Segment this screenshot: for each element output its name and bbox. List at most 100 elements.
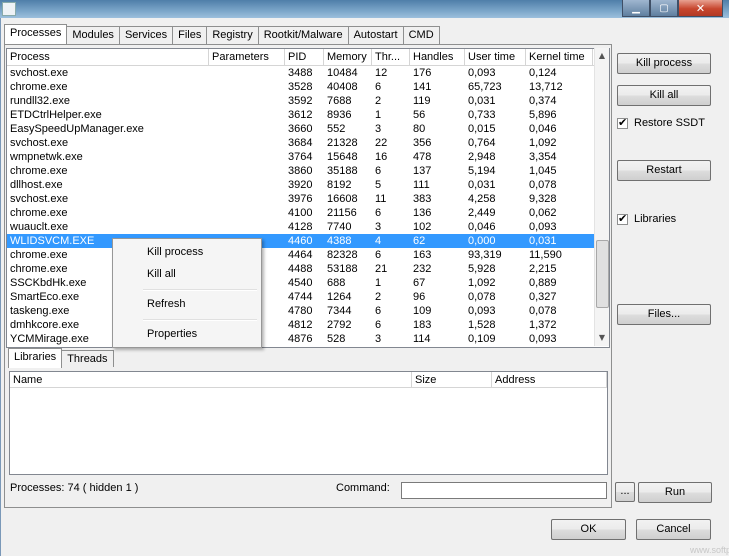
table-cell: 0,764 <box>468 137 496 149</box>
libraries-checkbox[interactable]: ✔ Libraries <box>617 212 676 225</box>
column-header-size[interactable]: Size <box>412 372 492 387</box>
scroll-down-icon[interactable]: ▼ <box>595 331 609 345</box>
context-menu: Kill process Kill all Refresh Properties <box>112 238 262 348</box>
table-cell: 119 <box>413 95 431 107</box>
table-cell: 93,319 <box>468 249 502 261</box>
column-header-threads[interactable]: Thr... <box>372 49 410 65</box>
table-cell: 16 <box>375 151 388 163</box>
scroll-thumb[interactable] <box>596 240 609 308</box>
menu-item-refresh[interactable]: Refresh <box>115 294 257 314</box>
table-row[interactable]: chrome.exe 4100 21156 6 136 2,449 0,062 <box>7 206 609 220</box>
table-row[interactable]: chrome.exe 4488 53188 21 232 5,928 2,215 <box>7 262 609 276</box>
table-cell: 5,896 <box>529 109 557 121</box>
column-header-pid[interactable]: PID <box>285 49 324 65</box>
tab-processes[interactable]: Processes <box>4 24 68 44</box>
files-button[interactable]: Files... <box>617 304 711 325</box>
ok-button[interactable]: OK <box>551 519 626 540</box>
table-row[interactable]: SSCKbdHk.exe 4540 688 1 67 1,092 0,889 <box>7 276 609 290</box>
table-cell: 21 <box>375 263 388 275</box>
restore-ssdt-check-icon[interactable]: ✔ <box>617 116 628 129</box>
tab-cmd[interactable]: CMD <box>402 26 440 44</box>
table-cell: 232 <box>413 263 432 275</box>
table-cell: 0,327 <box>529 291 557 303</box>
libraries-check-icon[interactable]: ✔ <box>617 212 628 225</box>
table-cell: 4460 <box>288 235 313 247</box>
table-cell: 136 <box>413 207 432 219</box>
table-row[interactable]: EasySpeedUpManager.exe 3660 552 3 80 0,015 0,0… <box>7 122 609 136</box>
table-cell: 96 <box>413 291 426 303</box>
tab-autostart[interactable]: Autostart <box>347 26 404 44</box>
browse-button[interactable]: ... <box>615 482 635 502</box>
table-row[interactable]: wuauclt.exe 4128 7740 3 102 0,046 0,093 <box>7 220 609 234</box>
menu-item-kill-all[interactable]: Kill all <box>115 264 257 284</box>
restart-button[interactable]: Restart <box>617 160 711 181</box>
restore-ssdt-checkbox[interactable]: ✔ Restore SSDT <box>617 116 705 129</box>
table-cell: 0,046 <box>468 221 496 233</box>
column-header-address[interactable]: Address <box>492 372 607 387</box>
table-cell: 40408 <box>327 81 358 93</box>
table-cell <box>209 220 285 234</box>
table-cell: 3488 <box>288 67 313 79</box>
table-cell: 6 <box>375 81 382 93</box>
table-cell: 4488 <box>288 263 313 275</box>
table-row[interactable]: chrome.exe 3860 35188 6 137 5,194 1,045 <box>7 164 609 178</box>
table-row[interactable]: ETDCtrlHelper.exe 3612 8936 1 56 0,733 5,896 <box>7 108 609 122</box>
process-list[interactable]: Process Parameters PID Memory Thr... Han… <box>6 48 610 348</box>
column-header-parameters[interactable]: Parameters <box>209 49 285 65</box>
table-row[interactable]: taskeng.exe 4780 7344 6 109 0,093 0,078 <box>7 304 609 318</box>
tab-libraries[interactable]: Libraries <box>8 348 63 368</box>
command-input[interactable] <box>401 482 607 499</box>
table-row[interactable]: svchost.exe 3976 16608 11 383 4,258 9,328 <box>7 192 609 206</box>
maximize-button[interactable]: ▢ <box>650 0 678 17</box>
minimize-button[interactable]: ▁ <box>622 0 650 17</box>
column-header-name[interactable]: Name <box>10 372 412 387</box>
title-bar[interactable]: ▁ ▢ ✕ <box>0 0 729 18</box>
table-cell: 6 <box>375 249 382 261</box>
table-row[interactable]: SmartEco.exe 4744 1264 2 96 0,078 0,327 <box>7 290 609 304</box>
table-cell: 3920 <box>288 179 313 191</box>
menu-item-kill-process[interactable]: Kill process <box>115 242 257 262</box>
table-cell: 0,374 <box>529 95 557 107</box>
table-cell: 4876 <box>288 333 313 345</box>
table-cell: 137 <box>413 165 432 177</box>
table-cell: 4812 <box>288 319 313 331</box>
table-cell: 2,215 <box>529 263 557 275</box>
column-header-kernel-time[interactable]: Kernel time <box>526 49 593 65</box>
table-row[interactable]: wmpnetwk.exe 3764 15648 16 478 2,948 3,354 <box>7 150 609 164</box>
tab-rootkit-malware[interactable]: Rootkit/Malware <box>257 26 349 44</box>
table-row[interactable]: dmhkcore.exe 4812 2792 6 183 1,528 1,372 <box>7 318 609 332</box>
table-cell: 102 <box>413 221 432 233</box>
menu-item-properties[interactable]: Properties <box>115 324 257 344</box>
table-cell: 4388 <box>327 235 352 247</box>
cancel-button[interactable]: Cancel <box>636 519 711 540</box>
table-cell: 3764 <box>288 151 313 163</box>
table-row[interactable]: dllhost.exe 3920 8192 5 111 0,031 0,078 <box>7 178 609 192</box>
run-button[interactable]: Run <box>638 482 712 503</box>
kill-all-button[interactable]: Kill all <box>617 85 711 106</box>
table-row[interactable]: rundll32.exe 3592 7688 2 119 0,031 0,374 <box>7 94 609 108</box>
table-row[interactable]: chrome.exe 4464 82328 6 163 93,319 11,590 <box>7 248 609 262</box>
tab-registry[interactable]: Registry <box>206 26 259 44</box>
table-cell: 7740 <box>327 221 352 233</box>
table-row[interactable]: WLIDSVCM.EXE 4460 4388 4 62 0,000 0,031 <box>7 234 609 248</box>
column-header-process[interactable]: Process <box>7 49 209 65</box>
tab-threads[interactable]: Threads <box>61 350 114 367</box>
table-cell: 1,528 <box>468 319 496 331</box>
table-cell: 0,109 <box>468 333 496 345</box>
table-row[interactable]: YCMMirage.exe 4876 528 3 114 0,109 0,093 <box>7 332 609 346</box>
column-header-handles[interactable]: Handles <box>410 49 465 65</box>
process-list-scrollbar[interactable]: ▲ ▼ <box>594 48 609 346</box>
column-header-memory[interactable]: Memory <box>324 49 372 65</box>
scroll-up-icon[interactable]: ▲ <box>595 49 609 63</box>
table-row[interactable]: chrome.exe 3528 40408 6 141 65,723 13,712 <box>7 80 609 94</box>
libraries-list[interactable]: Name Size Address <box>9 371 608 475</box>
table-row[interactable]: svchost.exe 3488 10484 12 176 0,093 0,124 <box>7 66 609 80</box>
column-header-user-time[interactable]: User time <box>465 49 526 65</box>
tab-files[interactable]: Files <box>172 26 208 44</box>
tab-services[interactable]: Services <box>118 26 174 44</box>
tab-modules[interactable]: Modules <box>66 26 120 44</box>
close-button[interactable]: ✕ <box>678 0 723 17</box>
process-count-status: Processes: 74 ( hidden 1 ) <box>10 482 139 494</box>
kill-process-button[interactable]: Kill process <box>617 53 711 74</box>
table-row[interactable]: svchost.exe 3684 21328 22 356 0,764 1,092 <box>7 136 609 150</box>
